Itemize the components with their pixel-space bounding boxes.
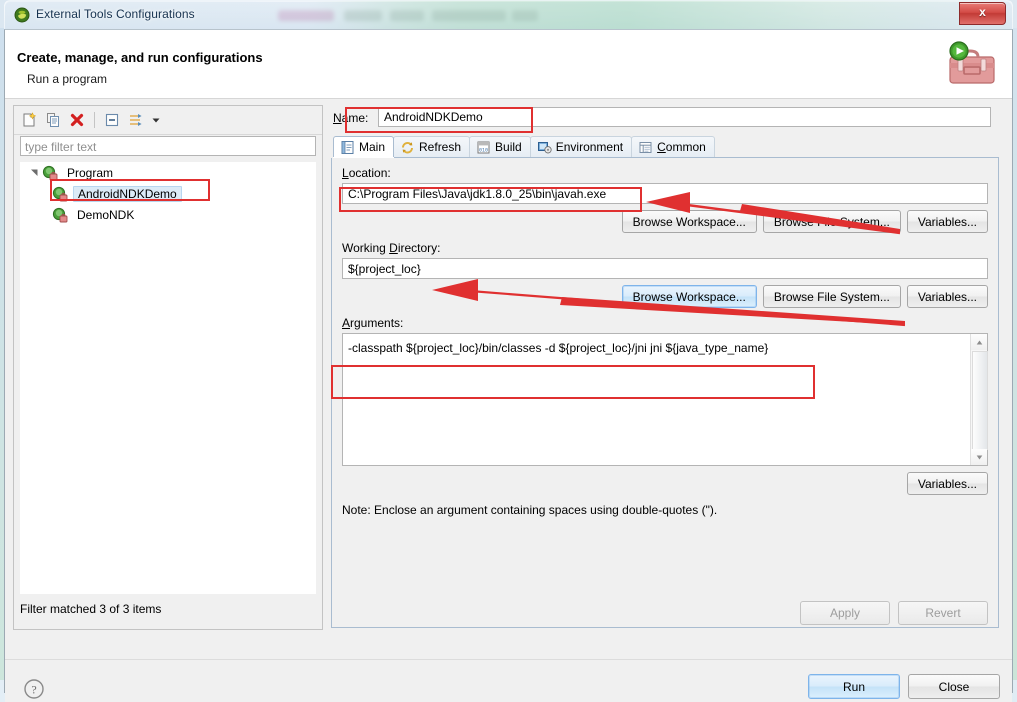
- workdir-browse-workspace-button[interactable]: Browse Workspace...: [621, 285, 757, 308]
- filter-icon[interactable]: [125, 109, 147, 131]
- working-directory-button-row: Browse Workspace... Browse File System..…: [342, 285, 988, 308]
- tree-item-demondk[interactable]: DemoNDK: [20, 204, 316, 225]
- tree-item-label: DemoNDK: [77, 207, 135, 222]
- configurations-toolbar: [14, 106, 322, 135]
- tab-label: Main: [359, 140, 386, 154]
- configurations-panel: type filter text Program AndroidNDKDemo …: [13, 105, 323, 630]
- arguments-textarea[interactable]: -classpath ${project_loc}/bin/classes -d…: [342, 333, 988, 466]
- name-label: Name:: [333, 111, 369, 125]
- filter-status-text: Filter matched 3 of 3 items: [20, 602, 162, 616]
- close-icon: x: [979, 5, 986, 19]
- tab-build[interactable]: 010 Build: [469, 136, 531, 157]
- new-configuration-icon[interactable]: [18, 109, 40, 131]
- filter-input[interactable]: type filter text: [20, 136, 316, 156]
- arguments-scroll-thumb[interactable]: [972, 351, 988, 450]
- tree-item-label: Program: [67, 165, 114, 180]
- arguments-value: -classpath ${project_loc}/bin/classes -d…: [348, 341, 769, 355]
- chevron-down-icon[interactable]: [149, 110, 163, 130]
- refresh-tab-icon: [400, 140, 415, 155]
- duplicate-configuration-icon[interactable]: [42, 109, 64, 131]
- location-browse-workspace-button[interactable]: Browse Workspace...: [621, 210, 757, 233]
- program-config-icon: [52, 186, 68, 202]
- location-browse-file-system-button[interactable]: Browse File System...: [762, 210, 901, 233]
- location-input[interactable]: C:\Program Files\Java\jdk1.8.0_25\bin\ja…: [342, 183, 988, 204]
- tab-label: Build: [495, 140, 522, 154]
- location-label: Location:: [342, 166, 391, 180]
- external-tools-configurations-dialog: External Tools Configurations x Create, …: [4, 0, 1013, 702]
- tree-item-label: AndroidNDKDemo: [73, 185, 182, 202]
- arguments-note: Note: Enclose an argument containing spa…: [342, 503, 718, 517]
- apply-button[interactable]: Apply: [800, 601, 890, 625]
- tab-main[interactable]: Main: [333, 136, 395, 157]
- tab-bar: Main Refresh 010 Build Environment Commo…: [333, 135, 999, 158]
- workdir-variables-button[interactable]: Variables...: [906, 285, 988, 308]
- dialog-main: type filter text Program AndroidNDKDemo …: [5, 99, 1012, 659]
- toolbox-run-icon: [942, 39, 998, 91]
- arguments-group: Arguments: -classpath ${project_loc}/bin…: [342, 316, 988, 517]
- close-window-button[interactable]: x: [959, 2, 1006, 25]
- footer-buttons: Run Close: [808, 674, 1000, 699]
- page-title: Create, manage, and run configurations: [17, 50, 263, 65]
- svg-text:?: ?: [31, 683, 36, 697]
- arguments-scrollbar[interactable]: [970, 334, 988, 465]
- name-row: Name: AndroidNDKDemo: [331, 105, 999, 131]
- title-bar: External Tools Configurations x: [4, 0, 1013, 29]
- apply-revert-row: Apply Revert: [800, 601, 988, 625]
- help-icon[interactable]: ?: [23, 678, 45, 700]
- working-directory-input[interactable]: ${project_loc}: [342, 258, 988, 279]
- svg-text:010: 010: [479, 147, 488, 153]
- tree-item-program[interactable]: Program: [20, 162, 316, 183]
- tab-environment[interactable]: Environment: [529, 136, 633, 157]
- location-variables-button[interactable]: Variables...: [906, 210, 988, 233]
- tab-refresh[interactable]: Refresh: [393, 136, 471, 157]
- dialog-header: Create, manage, and run configurations R…: [5, 30, 1012, 99]
- arguments-variables-button[interactable]: Variables...: [906, 472, 988, 495]
- scroll-up-icon[interactable]: [971, 334, 987, 350]
- tab-label: Refresh: [419, 140, 462, 154]
- location-group: Location: C:\Program Files\Java\jdk1.8.0…: [342, 166, 988, 233]
- environment-tab-icon: [537, 140, 552, 155]
- eclipse-icon: [14, 7, 30, 23]
- delete-configuration-icon[interactable]: [66, 109, 88, 131]
- configurations-tree[interactable]: Program AndroidNDKDemo DemoNDK: [20, 162, 316, 594]
- arguments-button-row: Variables...: [342, 472, 988, 495]
- main-tab-icon: [340, 140, 355, 155]
- revert-button[interactable]: Revert: [898, 601, 988, 625]
- working-directory-group: Working Directory: ${project_loc} Browse…: [342, 241, 988, 308]
- program-config-icon: [52, 207, 68, 223]
- dialog-body: Create, manage, and run configurations R…: [4, 29, 1013, 702]
- tree-item-androidndkdemo[interactable]: AndroidNDKDemo: [20, 183, 316, 204]
- expand-arrow-icon[interactable]: [28, 166, 41, 179]
- configuration-editor: Name: AndroidNDKDemo Main Refresh 010 Bu…: [331, 105, 999, 630]
- toolbar-separator: [94, 112, 95, 128]
- collapse-all-icon[interactable]: [101, 109, 123, 131]
- location-button-row: Browse Workspace... Browse File System..…: [342, 210, 988, 233]
- name-input[interactable]: AndroidNDKDemo: [378, 107, 991, 127]
- program-config-icon: [42, 165, 58, 181]
- close-button[interactable]: Close: [908, 674, 1000, 699]
- tab-common[interactable]: Common: [631, 136, 715, 157]
- main-tab-panel: Location: C:\Program Files\Java\jdk1.8.0…: [331, 158, 999, 628]
- workdir-browse-file-system-button[interactable]: Browse File System...: [762, 285, 901, 308]
- common-tab-icon: [638, 140, 653, 155]
- run-button[interactable]: Run: [808, 674, 900, 699]
- working-directory-label: Working Directory:: [342, 241, 441, 255]
- scroll-down-icon[interactable]: [971, 449, 987, 465]
- dialog-footer: ? Run Close: [5, 659, 1012, 702]
- arguments-label: Arguments:: [342, 316, 404, 330]
- tab-label: Environment: [555, 140, 624, 154]
- build-tab-icon: 010: [476, 140, 491, 155]
- page-subtitle: Run a program: [27, 72, 108, 86]
- tab-label: Common: [657, 140, 706, 154]
- window-title: External Tools Configurations: [36, 7, 195, 21]
